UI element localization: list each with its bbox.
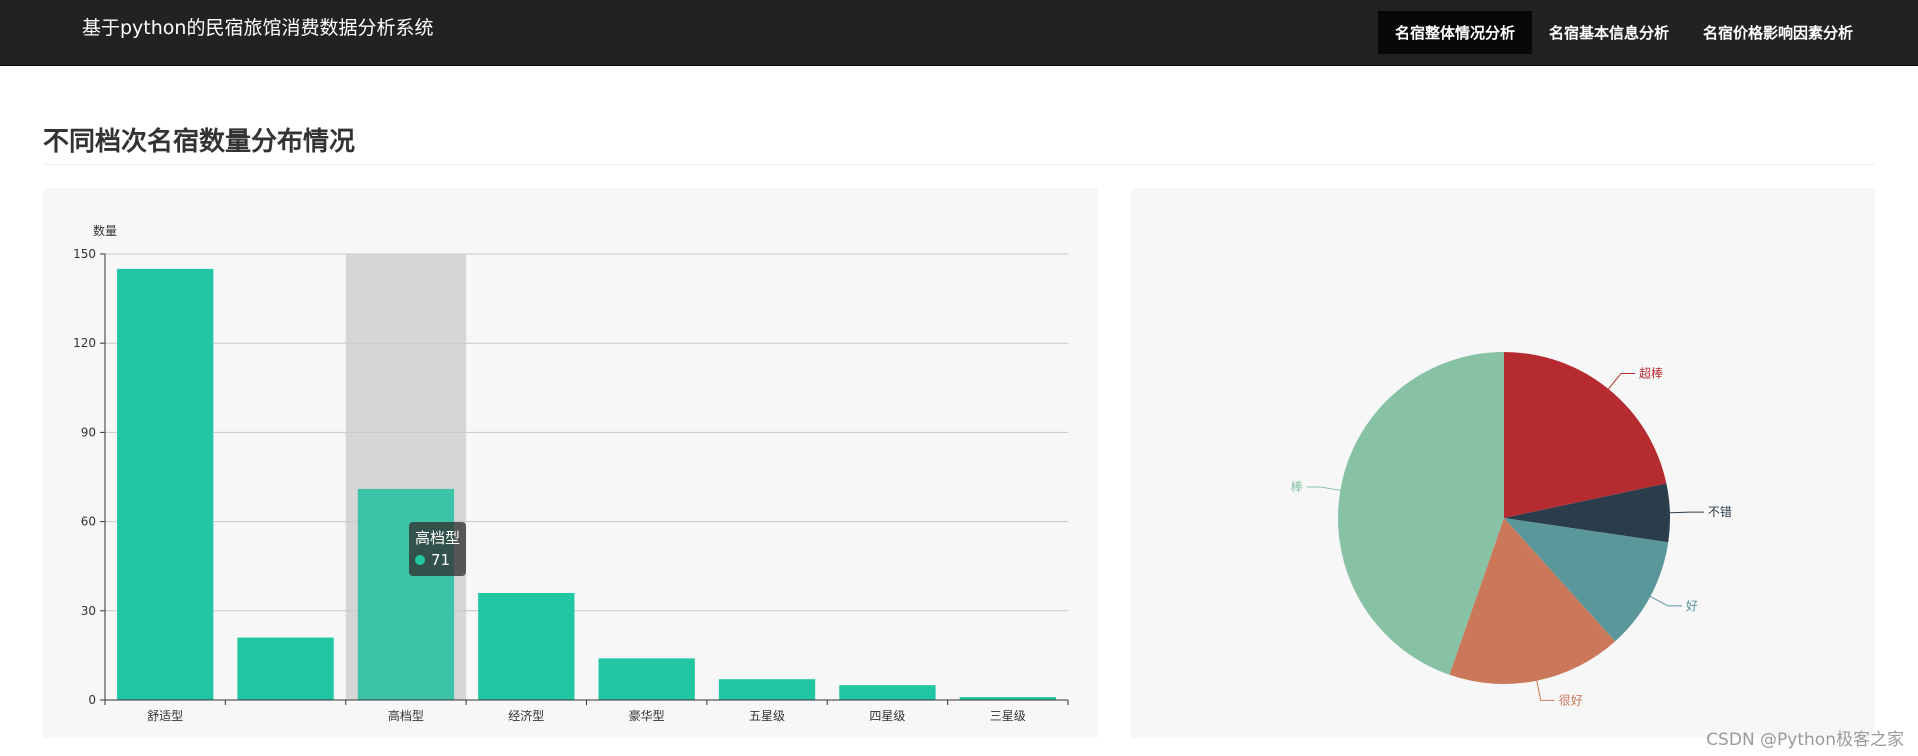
y-tick-label: 90 [81, 425, 96, 439]
x-tick-label: 三星级 [990, 709, 1026, 723]
y-tick-label: 120 [73, 336, 96, 350]
app-title[interactable]: 基于python的民宿旅馆消费数据分析系统 [82, 17, 433, 39]
y-tick-label: 150 [73, 247, 96, 261]
x-tick-label: 五星级 [749, 709, 785, 723]
y-axis-label: 数量 [93, 223, 117, 238]
bar [357, 488, 455, 700]
y-tick-label: 60 [81, 515, 96, 529]
tooltip-row: 71 [415, 549, 460, 571]
bar [598, 658, 695, 700]
section-title: 不同档次名宿数量分布情况 [43, 127, 356, 157]
main-nav: 名宿整体情况分析 名宿基本信息分析 名宿价格影响因素分析 [1377, 11, 1870, 54]
bar [117, 268, 214, 700]
bar [237, 637, 334, 700]
nav-overall-analysis[interactable]: 名宿整体情况分析 [1377, 11, 1532, 54]
pie-label: 超棒 [1639, 365, 1663, 380]
nav-price-factor-analysis[interactable]: 名宿价格影响因素分析 [1686, 11, 1870, 54]
x-tick-label: 高档型 [388, 708, 424, 723]
pie-label: 好 [1686, 599, 1698, 613]
y-tick-label: 0 [88, 693, 96, 707]
bar-chart-panel: 0 30 60 90 120 150 数量 舒适型 高档型 经济型 豪华型 五星级 四星级 三星级 高档型… [43, 188, 1098, 738]
pie-label: 很好 [1559, 693, 1583, 707]
tooltip-category: 高档型 [415, 529, 461, 547]
y-tick-label: 30 [81, 604, 96, 618]
pie-label-line [1650, 596, 1682, 607]
top-navbar: 基于python的民宿旅馆消费数据分析系统 名宿整体情况分析 名宿基本信息分析 … [0, 0, 1918, 66]
pie-label-line [1669, 511, 1704, 514]
chart-tooltip: 高档型 71 [409, 522, 467, 576]
pie-label-line [1536, 680, 1555, 701]
tooltip-value: 71 [431, 551, 451, 569]
x-tick-label: 豪华型 [629, 708, 665, 723]
pie-label-line [1306, 486, 1341, 491]
pie-label: 不错 [1708, 505, 1732, 519]
x-tick-label: 经济型 [508, 708, 544, 723]
nav-basic-info-analysis[interactable]: 名宿基本信息分析 [1532, 11, 1686, 54]
pie-chart-panel: 超棒不错好很好 棒 [1131, 188, 1875, 738]
bar [839, 685, 936, 700]
pie-label: 棒 [1291, 480, 1303, 494]
bar [718, 679, 816, 700]
x-tick-label: 舒适型 [147, 709, 183, 723]
series-dot-icon [415, 555, 425, 565]
x-tick-label: 四星级 [869, 709, 905, 723]
pie-label-line [1608, 372, 1636, 390]
pie-chart[interactable]: 超棒不错好很好 棒 [1131, 188, 1875, 738]
bar-chart[interactable]: 0306090120150数量舒适型 高档型 经济型 豪华型 五星级 四星级 三星级 [43, 188, 1098, 738]
csdn-watermark: CSDN @Python极客之家 [1706, 730, 1904, 750]
bar [478, 592, 575, 700]
section-divider [43, 164, 1875, 165]
